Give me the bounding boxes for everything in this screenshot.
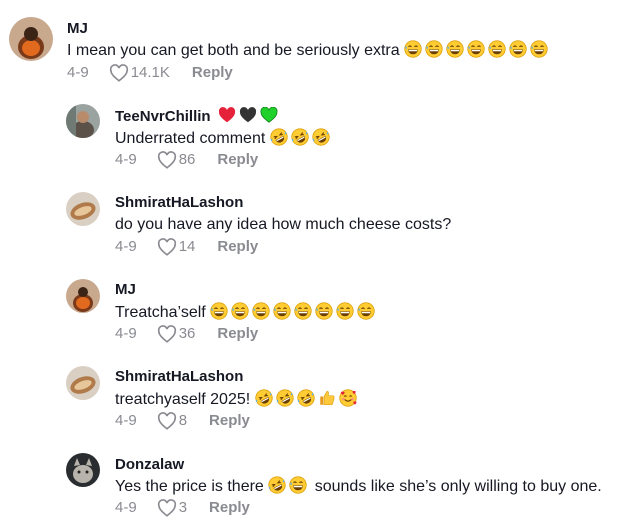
comment-text: treatchyaself 2025! xyxy=(115,389,360,410)
comment-username[interactable]: Donzalaw xyxy=(115,456,184,474)
rofl-emoji-icon xyxy=(268,476,286,494)
comment-meta: 4-9 8 Reply xyxy=(115,412,250,430)
comment-meta: 4-9 36 Reply xyxy=(115,325,258,343)
grin-sweat-emoji-icon xyxy=(336,302,354,320)
like-button[interactable]: 14.1K xyxy=(109,64,170,82)
comment-text-body: Underrated comment xyxy=(115,130,266,147)
comment-username[interactable]: ShmiratHaLashon xyxy=(115,194,243,212)
grin-sweat-emoji-icon xyxy=(488,40,506,58)
comment-text-body: treatchyaself 2025! xyxy=(115,391,251,408)
comment-username[interactable]: MJ xyxy=(67,20,88,38)
heart-outline-icon xyxy=(157,151,176,169)
heart-outline-icon xyxy=(157,412,176,430)
comment-date: 4-9 xyxy=(67,64,89,81)
comment-text-body-after: sounds like she’s only willing to buy on… xyxy=(314,478,602,495)
grin-sweat-emoji-icon xyxy=(357,302,375,320)
emoji-row xyxy=(270,128,333,147)
comment-date: 4-9 xyxy=(115,499,137,516)
grin-sweat-emoji-icon xyxy=(530,40,548,58)
reply-button[interactable]: Reply xyxy=(217,151,258,169)
grin-sweat-emoji-icon xyxy=(289,476,307,494)
rofl-emoji-icon xyxy=(270,128,288,146)
comment-meta: 4-9 14.1K Reply xyxy=(67,64,233,82)
grin-sweat-emoji-icon xyxy=(210,302,228,320)
like-count: 8 xyxy=(178,412,188,429)
rofl-emoji-icon xyxy=(291,128,309,146)
heart-outline-icon xyxy=(157,325,176,343)
grin-sweat-emoji-icon xyxy=(446,40,464,58)
smiling-hearts-emoji-icon xyxy=(339,389,357,407)
grin-sweat-emoji-icon xyxy=(252,302,270,320)
grin-sweat-emoji-icon xyxy=(315,302,333,320)
emoji-row xyxy=(210,302,378,321)
avatar[interactable] xyxy=(66,192,100,226)
comment-username[interactable]: MJ xyxy=(115,281,136,299)
like-count: 3 xyxy=(178,499,188,516)
black-heart-icon xyxy=(239,107,256,123)
avatar[interactable] xyxy=(9,17,53,61)
rofl-emoji-icon xyxy=(276,389,294,407)
emoji-row xyxy=(255,389,360,408)
grin-sweat-emoji-icon xyxy=(273,302,291,320)
comment-text-body-before: Yes the price is there xyxy=(115,478,264,495)
grin-sweat-emoji-icon xyxy=(231,302,249,320)
reply-button[interactable]: Reply xyxy=(217,325,258,343)
heart-outline-icon xyxy=(109,64,128,82)
comment-text: Yes the price is there sounds like she’s… xyxy=(115,476,602,497)
comment-text-body: Treatcha’self xyxy=(115,304,206,321)
comment-date: 4-9 xyxy=(115,325,137,342)
comment-text-body: I mean you can get both and be seriously… xyxy=(67,42,400,59)
username-text[interactable]: TeeNvrChillin xyxy=(115,108,211,125)
comment-text: Treatcha’self xyxy=(115,302,378,323)
like-button[interactable]: 8 xyxy=(157,412,187,430)
emoji-row xyxy=(268,476,310,495)
comment-text: do you have any idea how much cheese cos… xyxy=(115,216,452,233)
reply-button[interactable]: Reply xyxy=(217,238,258,256)
comment-text: I mean you can get both and be seriously… xyxy=(67,40,551,61)
grin-sweat-emoji-icon xyxy=(467,40,485,58)
grin-sweat-emoji-icon xyxy=(404,40,422,58)
like-button[interactable]: 3 xyxy=(157,499,187,517)
rofl-emoji-icon xyxy=(255,389,273,407)
like-button[interactable]: 14 xyxy=(157,238,196,256)
reply-button[interactable]: Reply xyxy=(209,499,250,517)
like-button[interactable]: 86 xyxy=(157,151,196,169)
grin-sweat-emoji-icon xyxy=(425,40,443,58)
comment-date: 4-9 xyxy=(115,412,137,429)
grin-sweat-emoji-icon xyxy=(294,302,312,320)
rofl-emoji-icon xyxy=(297,389,315,407)
red-heart-icon xyxy=(218,107,235,123)
comment-meta: 4-9 14 Reply xyxy=(115,238,258,256)
comment-date: 4-9 xyxy=(115,238,137,255)
emoji-row xyxy=(404,40,551,59)
heart-outline-icon xyxy=(157,499,176,517)
comment-meta: 4-9 3 Reply xyxy=(115,499,250,517)
avatar[interactable] xyxy=(66,453,100,487)
like-count: 14 xyxy=(178,238,196,255)
comment-date: 4-9 xyxy=(115,151,137,168)
avatar[interactable] xyxy=(66,104,100,138)
reply-button[interactable]: Reply xyxy=(209,412,250,430)
reply-button[interactable]: Reply xyxy=(192,64,233,82)
comment-username[interactable]: ShmiratHaLashon xyxy=(115,368,243,386)
rofl-emoji-icon xyxy=(312,128,330,146)
like-count: 14.1K xyxy=(130,64,170,81)
avatar[interactable] xyxy=(66,366,100,400)
heart-outline-icon xyxy=(157,238,176,256)
avatar[interactable] xyxy=(66,279,100,313)
comment-meta: 4-9 86 Reply xyxy=(115,151,258,169)
like-button[interactable]: 36 xyxy=(157,325,196,343)
grin-sweat-emoji-icon xyxy=(509,40,527,58)
heart-emojis xyxy=(218,107,278,123)
comment-username: TeeNvrChillin xyxy=(115,107,278,126)
comment-text: Underrated comment xyxy=(115,128,333,149)
like-count: 86 xyxy=(178,151,196,168)
thumbs-up-emoji-icon xyxy=(319,390,335,406)
green-heart-icon xyxy=(260,107,278,123)
like-count: 36 xyxy=(178,325,196,342)
